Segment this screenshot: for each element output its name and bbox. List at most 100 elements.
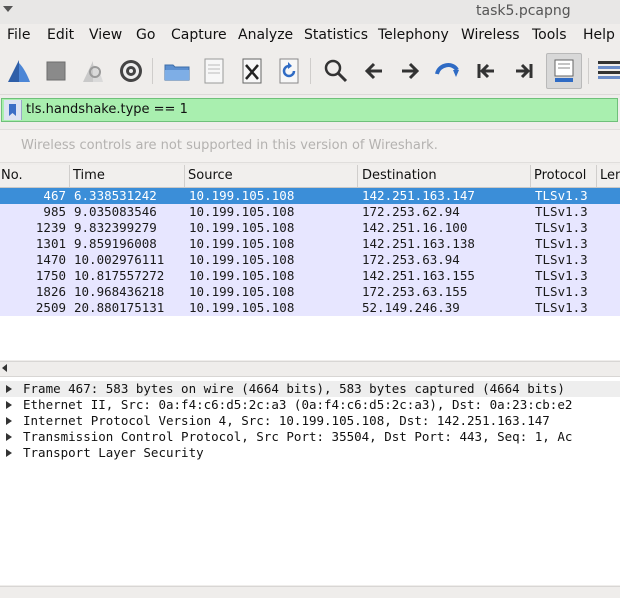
cell-source: 10.199.105.108	[189, 236, 354, 252]
menu-bar: File Edit View Go Capture Analyze Statis…	[0, 24, 620, 48]
toolbar-separator	[588, 58, 589, 84]
column-header-destination[interactable]: Destination	[362, 168, 437, 190]
menu-help[interactable]: Help	[583, 27, 615, 43]
detail-text: Ethernet II, Src: 0a:f4:c6:d5:2c:a3 (0a:…	[23, 397, 572, 413]
detail-row-tls[interactable]: Transport Layer Security	[0, 445, 620, 461]
first-packet-icon[interactable]	[470, 55, 502, 87]
cell-destination: 172.253.62.94	[362, 204, 527, 220]
expand-arrow-icon[interactable]	[6, 449, 12, 457]
cell-time: 9.859196008	[74, 236, 184, 252]
cell-time: 10.002976111	[74, 252, 184, 268]
colorize-icon[interactable]	[593, 55, 620, 87]
packet-row[interactable]: 12399.83239927910.199.105.108142.251.16.…	[0, 220, 620, 236]
last-packet-icon[interactable]	[508, 55, 540, 87]
column-divider[interactable]	[357, 165, 358, 187]
filter-bookmark-icon[interactable]	[4, 100, 22, 120]
cell-protocol: TLSv1.3	[535, 204, 595, 220]
toolbar-separator	[310, 58, 311, 84]
column-header-time[interactable]: Time	[73, 168, 105, 190]
detail-row-ethernet[interactable]: Ethernet II, Src: 0a:f4:c6:d5:2c:a3 (0a:…	[0, 397, 620, 413]
cell-no: 1470	[0, 252, 66, 268]
shark-fin-start-icon[interactable]	[3, 55, 35, 87]
cell-protocol: TLSv1.3	[535, 252, 595, 268]
expand-arrow-icon[interactable]	[6, 385, 12, 393]
cell-protocol: TLSv1.3	[535, 268, 595, 284]
menu-tools[interactable]: Tools	[532, 27, 567, 43]
menu-statistics[interactable]: Statistics	[304, 27, 368, 43]
cell-no: 1826	[0, 284, 66, 300]
column-header-no[interactable]: No.	[1, 168, 23, 190]
close-file-icon[interactable]	[236, 55, 268, 87]
column-divider[interactable]	[530, 165, 531, 187]
menu-capture[interactable]: Capture	[171, 27, 227, 43]
cell-source: 10.199.105.108	[189, 300, 354, 316]
window-menu-icon[interactable]	[3, 6, 13, 12]
packet-row[interactable]: 9859.03508354610.199.105.108172.253.62.9…	[0, 204, 620, 220]
cell-source: 10.199.105.108	[189, 284, 354, 300]
menu-view[interactable]: View	[89, 27, 122, 43]
packet-row[interactable]: 250920.88017513110.199.105.10852.149.246…	[0, 300, 620, 316]
detail-row-ipv4[interactable]: Internet Protocol Version 4, Src: 10.199…	[0, 413, 620, 429]
cell-protocol: TLSv1.3	[535, 236, 595, 252]
detail-row-tcp[interactable]: Transmission Control Protocol, Src Port:…	[0, 429, 620, 445]
cell-destination: 142.251.163.155	[362, 268, 527, 284]
go-to-packet-icon[interactable]	[431, 55, 463, 87]
cell-no: 467	[0, 188, 66, 204]
column-divider[interactable]	[596, 165, 597, 187]
options-gear-icon[interactable]	[115, 55, 147, 87]
forward-arrow-icon[interactable]	[394, 55, 426, 87]
restart-icon[interactable]	[77, 55, 109, 87]
detail-row-frame[interactable]: Frame 467: 583 bytes on wire (4664 bits)…	[0, 381, 620, 397]
expand-arrow-icon[interactable]	[6, 433, 12, 441]
save-file-icon[interactable]	[198, 55, 230, 87]
cell-protocol: TLSv1.3	[535, 188, 595, 204]
packet-row[interactable]: 4676.33853124210.199.105.108142.251.163.…	[0, 188, 620, 204]
column-divider[interactable]	[184, 165, 185, 187]
display-filter-bar: tls.handshake.type == 1	[0, 96, 620, 126]
reload-icon[interactable]	[273, 55, 305, 87]
cell-no: 1239	[0, 220, 66, 236]
cell-source: 10.199.105.108	[189, 268, 354, 284]
column-divider[interactable]	[69, 165, 70, 187]
packet-list[interactable]: No. Time Source Destination Protocol Len…	[0, 165, 620, 360]
display-filter-input[interactable]: tls.handshake.type == 1	[26, 102, 188, 117]
column-header-length[interactable]: Len	[600, 168, 620, 190]
column-header-source[interactable]: Source	[188, 168, 233, 190]
column-header-protocol[interactable]: Protocol	[534, 168, 586, 190]
autoscroll-icon[interactable]	[546, 53, 582, 89]
menu-go[interactable]: Go	[136, 27, 155, 43]
title-bar: task5.pcapng	[0, 0, 620, 25]
stop-icon[interactable]	[40, 55, 72, 87]
scroll-left-icon[interactable]	[2, 364, 7, 372]
cell-time: 9.832399279	[74, 220, 184, 236]
cell-destination: 172.253.63.155	[362, 284, 527, 300]
expand-arrow-icon[interactable]	[6, 417, 12, 425]
packet-row[interactable]: 182610.96843621810.199.105.108172.253.63…	[0, 284, 620, 300]
cell-time: 6.338531242	[74, 188, 184, 204]
expand-arrow-icon[interactable]	[6, 401, 12, 409]
search-icon[interactable]	[320, 55, 352, 87]
menu-file[interactable]: File	[7, 27, 30, 43]
menu-telephony[interactable]: Telephony	[378, 27, 449, 43]
packet-row[interactable]: 147010.00297611110.199.105.108172.253.63…	[0, 252, 620, 268]
display-filter-box: tls.handshake.type == 1	[1, 98, 618, 122]
detail-text: Transport Layer Security	[23, 445, 204, 461]
packet-details[interactable]: Frame 467: 583 bytes on wire (4664 bits)…	[0, 376, 620, 585]
packet-row[interactable]: 175010.81755727210.199.105.108142.251.16…	[0, 268, 620, 284]
open-folder-icon[interactable]	[161, 55, 193, 87]
main-toolbar	[0, 48, 620, 95]
packet-list-hscrollbar[interactable]	[0, 361, 620, 374]
cell-source: 10.199.105.108	[189, 252, 354, 268]
back-arrow-icon[interactable]	[358, 55, 390, 87]
menu-analyze[interactable]: Analyze	[238, 27, 293, 43]
cell-no: 2509	[0, 300, 66, 316]
wireless-toolbar: Wireless controls are not supported in t…	[0, 129, 620, 163]
packet-row[interactable]: 13019.85919600810.199.105.108142.251.163…	[0, 236, 620, 252]
detail-text: Internet Protocol Version 4, Src: 10.199…	[23, 413, 550, 429]
window-title: task5.pcapng	[476, 3, 571, 19]
menu-edit[interactable]: Edit	[47, 27, 74, 43]
detail-text: Frame 467: 583 bytes on wire (4664 bits)…	[23, 381, 565, 397]
cell-protocol: TLSv1.3	[535, 284, 595, 300]
menu-wireless[interactable]: Wireless	[461, 27, 520, 43]
cell-destination: 142.251.163.147	[362, 188, 527, 204]
